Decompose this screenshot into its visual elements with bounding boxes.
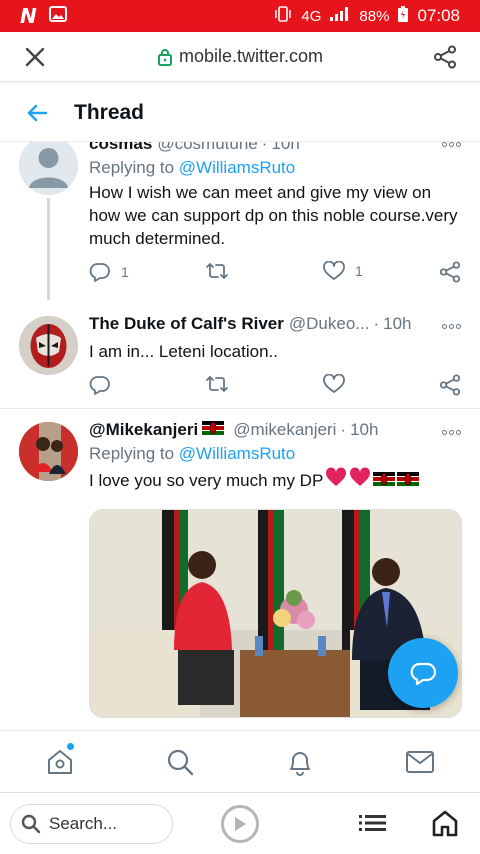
avatar[interactable] bbox=[19, 422, 78, 481]
retweet-icon bbox=[206, 376, 228, 392]
browser-toolbar: mobile.twitter.com bbox=[0, 32, 480, 82]
more-icon[interactable] bbox=[442, 428, 462, 436]
more-icon[interactable] bbox=[442, 322, 462, 330]
search-icon bbox=[21, 814, 41, 833]
reply-button[interactable]: 1 bbox=[89, 261, 129, 283]
heart-icon bbox=[323, 374, 345, 393]
back-arrow-icon bbox=[27, 104, 48, 121]
play-icon bbox=[235, 817, 246, 831]
replying-to-link[interactable]: @WilliamsRuto bbox=[179, 158, 295, 177]
tweet-time[interactable]: 10h bbox=[383, 314, 411, 334]
close-tab-button[interactable] bbox=[0, 32, 70, 82]
home-icon bbox=[432, 810, 458, 837]
replying-to: Replying to @WilliamsRuto bbox=[89, 158, 296, 177]
like-button[interactable]: 1 bbox=[323, 261, 363, 281]
tabs-menu-button[interactable] bbox=[358, 811, 388, 835]
like-count: 1 bbox=[355, 263, 363, 279]
nav-notifications[interactable] bbox=[240, 731, 360, 792]
netflix-notification-icon: N bbox=[20, 4, 37, 28]
search-placeholder: Search... bbox=[49, 813, 118, 833]
browser-search-input[interactable]: Search... bbox=[10, 803, 173, 844]
kenya-flag-icon bbox=[397, 469, 420, 492]
compose-button[interactable] bbox=[388, 638, 458, 708]
media-play-button[interactable] bbox=[221, 805, 259, 843]
retweet-button[interactable] bbox=[205, 261, 229, 281]
share-page-button[interactable] bbox=[410, 32, 480, 82]
author-name[interactable]: The Duke of Calf's River bbox=[89, 314, 284, 334]
tweet-text: I am in... Leteni location.. bbox=[89, 342, 278, 361]
page-title: Thread bbox=[74, 100, 145, 124]
replying-to-link[interactable]: @WilliamsRuto bbox=[179, 444, 295, 463]
reply-button[interactable] bbox=[89, 374, 111, 396]
mail-icon bbox=[406, 750, 434, 773]
bell-icon bbox=[290, 751, 310, 776]
home-icon bbox=[48, 749, 72, 774]
share-icon bbox=[439, 261, 461, 283]
retweet-button[interactable] bbox=[205, 374, 229, 394]
author-name[interactable]: cosmas bbox=[89, 142, 152, 154]
share-icon bbox=[439, 374, 461, 396]
share-tweet-button[interactable] bbox=[439, 261, 461, 283]
avatar[interactable] bbox=[19, 316, 78, 375]
heart-icon bbox=[323, 261, 345, 280]
author-handle[interactable]: @cosmutune bbox=[157, 142, 257, 154]
network-type: 4G bbox=[301, 7, 322, 25]
author-name[interactable]: @Mikekanjeri bbox=[89, 420, 198, 440]
tweet-text: I love you so very much my DP bbox=[89, 467, 461, 493]
nav-explore[interactable] bbox=[120, 731, 240, 792]
status-bar: N 4G 88% 07:08 bbox=[0, 0, 480, 32]
search-icon bbox=[167, 749, 194, 775]
replying-to: Replying to @WilliamsRuto bbox=[89, 444, 296, 463]
tweet-actions bbox=[89, 374, 461, 398]
signal-icon bbox=[329, 6, 351, 26]
reply-count: 1 bbox=[121, 264, 129, 280]
url-text: mobile.twitter.com bbox=[178, 46, 324, 66]
reply-icon bbox=[89, 376, 110, 395]
heart-emoji-icon bbox=[325, 467, 347, 493]
tweet-cosmas[interactable]: cosmas @cosmutune · 10h Replying to @Wil… bbox=[0, 142, 480, 306]
tweet-divider bbox=[0, 408, 480, 409]
author-handle[interactable]: @Dukeo... bbox=[289, 314, 370, 334]
lock-icon bbox=[157, 48, 172, 66]
avatar[interactable] bbox=[19, 142, 78, 195]
tweet-time[interactable]: 10h bbox=[271, 142, 299, 154]
bottom-navigation bbox=[0, 730, 480, 792]
browser-home-button[interactable] bbox=[432, 809, 458, 837]
nav-home[interactable] bbox=[0, 731, 120, 792]
thread-connector bbox=[47, 198, 50, 300]
tweet-time[interactable]: 10h bbox=[350, 420, 378, 440]
tweet-actions: 1 1 bbox=[89, 261, 461, 285]
author-handle[interactable]: @mikekanjeri bbox=[233, 420, 336, 440]
nav-messages[interactable] bbox=[360, 731, 480, 792]
vibrate-icon bbox=[273, 5, 293, 27]
compose-icon bbox=[410, 662, 437, 686]
share-icon bbox=[434, 45, 456, 68]
like-button[interactable] bbox=[323, 374, 345, 394]
kenya-flag-icon bbox=[202, 420, 225, 440]
tweet-text: How I wish we can meet and give my view … bbox=[89, 183, 458, 248]
address-bar[interactable]: mobile.twitter.com bbox=[70, 46, 410, 67]
battery-percent: 88% bbox=[359, 7, 390, 25]
clock: 07:08 bbox=[417, 6, 460, 25]
more-icon[interactable] bbox=[442, 142, 462, 148]
back-button[interactable] bbox=[0, 84, 74, 142]
reply-icon bbox=[89, 263, 110, 282]
close-icon bbox=[25, 47, 45, 66]
thread-header: Thread bbox=[0, 84, 480, 142]
kenya-flag-icon bbox=[373, 469, 396, 492]
battery-icon bbox=[397, 5, 409, 27]
list-icon bbox=[359, 815, 386, 831]
browser-bottom-bar: Search... bbox=[0, 792, 480, 854]
unread-dot bbox=[67, 743, 74, 750]
heart-emoji-icon bbox=[349, 467, 371, 493]
tweet-duke[interactable]: The Duke of Calf's River @Dukeo... · 10h… bbox=[0, 308, 480, 408]
image-notification-icon bbox=[48, 5, 67, 27]
share-tweet-button[interactable] bbox=[439, 374, 461, 396]
retweet-icon bbox=[206, 263, 228, 279]
